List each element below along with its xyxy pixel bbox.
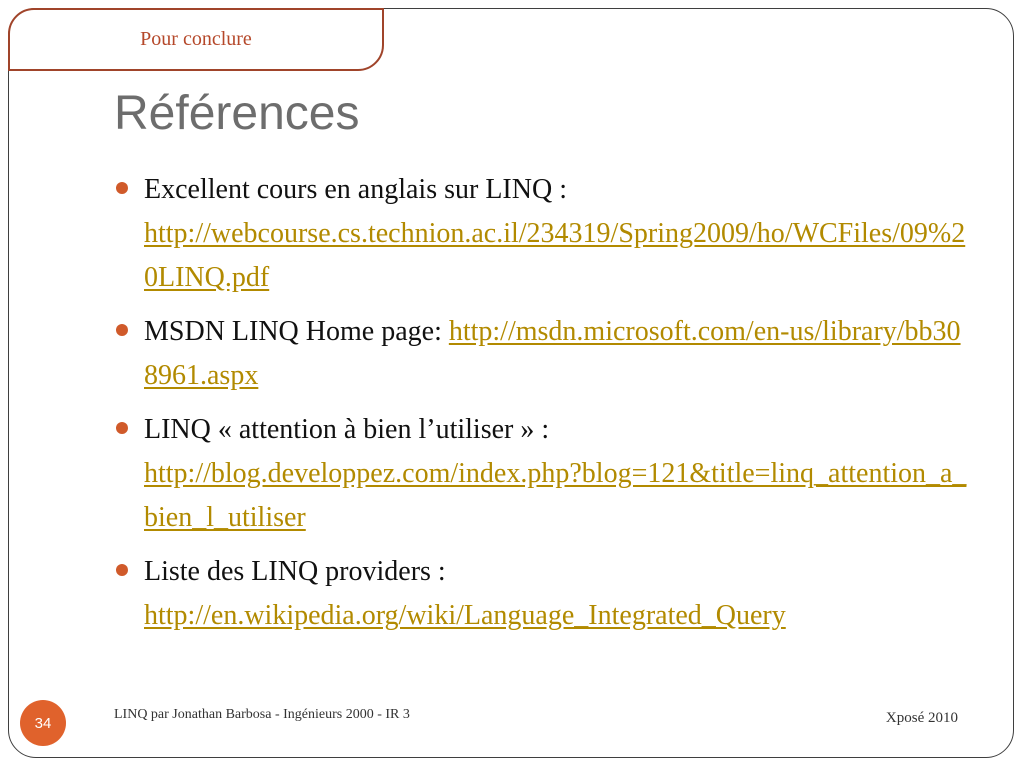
item-text: Excellent cours en anglais sur LINQ : — [144, 174, 567, 205]
list-item: Excellent cours en anglais sur LINQ : ht… — [114, 168, 974, 300]
page-number-badge: 34 — [20, 700, 66, 746]
slide-title: Références — [114, 87, 360, 140]
bullet-icon — [116, 564, 128, 576]
reference-link[interactable]: http://webcourse.cs.technion.ac.il/23431… — [144, 218, 965, 293]
references-list: Excellent cours en anglais sur LINQ : ht… — [114, 168, 974, 648]
section-tab: Pour conclure — [8, 8, 384, 71]
bullet-icon — [116, 182, 128, 194]
reference-link[interactable]: http://blog.developpez.com/index.php?blo… — [144, 458, 966, 533]
list-item: MSDN LINQ Home page: http://msdn.microso… — [114, 310, 974, 398]
item-text: Liste des LINQ providers : — [144, 556, 446, 587]
list-item: Liste des LINQ providers : http://en.wik… — [114, 550, 974, 638]
bullet-icon — [116, 422, 128, 434]
footer-event: Xposé 2010 — [885, 710, 958, 726]
item-text: LINQ « attention à bien l’utiliser » : — [144, 414, 550, 445]
list-item: LINQ « attention à bien l’utiliser » : h… — [114, 408, 974, 540]
footer-author: LINQ par Jonathan Barbosa - Ingénieurs 2… — [114, 707, 410, 722]
reference-link[interactable]: http://en.wikipedia.org/wiki/Language_In… — [144, 600, 786, 631]
section-tab-label: Pour conclure — [140, 28, 252, 50]
item-text: MSDN LINQ Home page: — [144, 316, 449, 347]
page-number: 34 — [34, 714, 52, 732]
bullet-icon — [116, 324, 128, 336]
